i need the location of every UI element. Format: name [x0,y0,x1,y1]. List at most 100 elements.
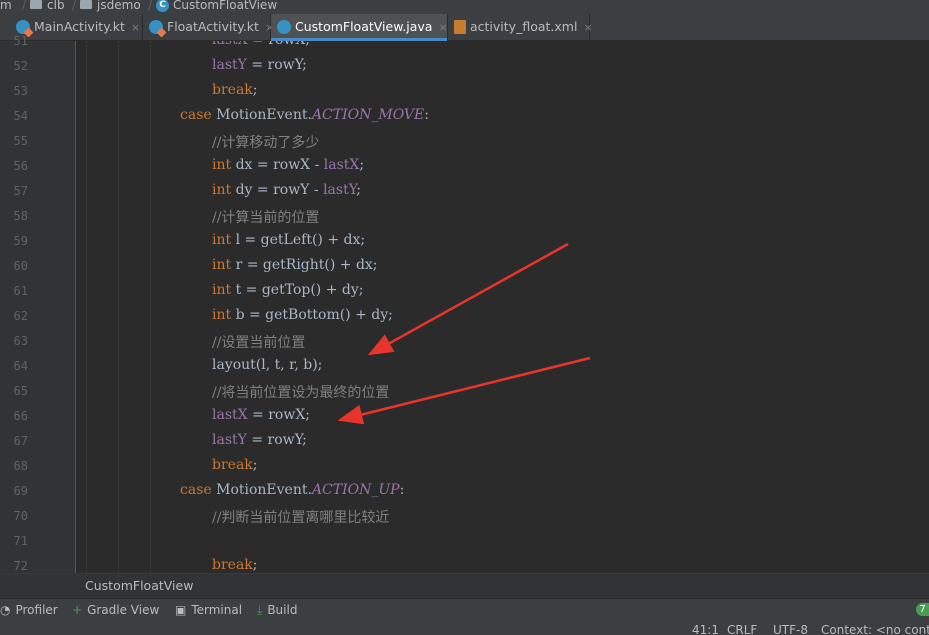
code-token: : [424,107,429,123]
code-line[interactable]: lastY = rowY; [212,57,307,73]
class-icon: C [156,0,170,12]
tab-label: activity_float.xml [470,19,578,34]
breadcrumb-item[interactable]: / C CustomFloatView [148,0,277,14]
code-line[interactable]: layout(l, t, r, b); [212,357,322,373]
tab-mainactivity-kt[interactable]: MainActivity.kt × [10,14,143,40]
tool-window-profiler[interactable]: ◔ Profiler [0,599,58,622]
code-line[interactable]: int l = getLeft() + dx; [212,232,365,248]
code-keyword: int [212,282,236,298]
code-line[interactable]: int t = getTop() + dy; [212,282,364,298]
code-token: ; [252,457,258,473]
code-line[interactable]: break; [212,82,258,98]
tab-floatactivity-kt[interactable]: FloatActivity.kt × [143,14,274,40]
code-line[interactable]: break; [212,457,258,473]
code-keyword: int [212,157,236,173]
caret-position[interactable]: 41:1 [692,623,719,635]
code-token: ; [356,182,361,198]
line-number: 67 [13,434,28,448]
encoding-widget[interactable]: UTF-8 [773,623,808,635]
line-number: 55 [13,134,28,148]
code-editor[interactable]: lastX = rowX;lastY = rowY;break;case Mot… [76,41,929,573]
tool-window-terminal[interactable]: ▣ Terminal [175,599,242,622]
build-icon: ⤓ [257,603,263,617]
tab-activity-float-xml[interactable]: activity_float.xml × [448,14,593,40]
code-keyword: case [180,107,217,123]
code-token: lastY [212,57,247,73]
line-number: 56 [13,159,28,173]
tool-window-label: Terminal [191,603,243,617]
code-keyword: int [212,232,236,248]
tool-window-label: Build [267,603,298,617]
status-bar: 41:1 CRLF UTF-8 Context: <no conte [0,621,929,635]
terminal-icon: ▣ [175,603,187,617]
tab-label: MainActivity.kt [34,19,125,34]
context-widget: Context: <no conte [821,623,929,635]
kotlin-class-icon [149,19,163,34]
code-line[interactable]: lastY = rowY; [212,432,307,448]
code-line[interactable]: //判断当前位置离哪里比较近 [212,507,389,527]
code-keyword: int [212,182,236,198]
event-log-badge[interactable]: 7 [916,603,929,616]
breadcrumb-item[interactable]: m [0,0,12,14]
code-comment: //计算当前的位置 [212,210,320,226]
code-keyword: break [212,82,253,98]
line-number: 52 [13,59,28,73]
breadcrumb-separator: / [148,0,153,12]
line-number: 72 [13,559,28,573]
code-line[interactable]: //计算移动了多少 [212,132,319,152]
code-comment: //将当前位置设为最终的位置 [212,385,390,401]
plus-icon: + [72,603,83,617]
close-icon[interactable]: × [438,21,447,34]
code-line[interactable]: case MotionEvent.ACTION_UP: [180,482,404,498]
editor-breadcrumb-bar: CustomFloatView [0,573,929,599]
line-number: 71 [13,534,28,548]
code-line[interactable]: int dx = rowX - lastX; [212,157,364,173]
tab-customfloatview-java[interactable]: CustomFloatView.java × [271,14,448,41]
code-line[interactable]: lastX = rowX; [212,407,310,423]
close-icon[interactable]: × [583,21,592,34]
code-token: = rowY; [246,57,307,73]
line-number: 66 [13,409,28,423]
kotlin-class-icon [16,19,30,34]
line-number: 62 [13,309,28,323]
code-line[interactable]: lastX = rowX; [212,41,310,48]
code-line[interactable]: break; [212,557,258,573]
line-number: 64 [13,359,28,373]
line-number: 68 [13,459,28,473]
code-token: lastY [323,182,357,198]
code-line[interactable]: //设置当前位置 [212,332,305,352]
breadcrumb-item[interactable]: / clb [22,0,65,14]
tool-window-gradle-view[interactable]: + Gradle View [72,599,159,622]
code-comment: //设置当前位置 [212,335,306,351]
code-line[interactable]: int r = getRight() + dx; [212,257,378,273]
navigation-breadcrumb: m / clb / jsdemo / C CustomFloatView [0,0,929,14]
tool-window-build[interactable]: ⤓ Build [257,599,297,622]
breadcrumb-label: m [0,0,12,12]
code-token: layout(l, t, r, b); [212,357,323,373]
code-keyword: break [212,557,253,573]
indent-guide [150,41,151,573]
code-line[interactable]: //将当前位置设为最终的位置 [212,382,389,402]
breadcrumb-item[interactable]: / jsdemo [72,0,141,14]
code-token: lastY [212,432,247,448]
editor-breadcrumb-class[interactable]: CustomFloatView [85,574,193,598]
code-line[interactable]: int dy = rowY - lastY; [212,182,361,198]
code-keyword: int [212,257,236,273]
code-token: b = getBottom() + dy; [235,307,393,323]
profiler-icon: ◔ [0,603,11,617]
line-separator-widget[interactable]: CRLF [727,623,757,635]
code-token: = rowX; [247,407,311,423]
code-token: dy = rowY - [235,182,324,198]
line-number: 58 [13,209,28,223]
code-line[interactable]: case MotionEvent.ACTION_MOVE: [180,107,429,123]
folder-icon [80,0,93,9]
close-icon[interactable]: × [131,21,140,34]
folder-icon [30,0,43,9]
line-number: 60 [13,259,28,273]
breadcrumb-label: jsdemo [97,0,141,12]
tool-window-bar: 7 ◔ Profiler + Gradle View ▣ Terminal ⤓ Build [0,598,929,622]
code-line[interactable]: int b = getBottom() + dy; [212,307,393,323]
code-line[interactable]: //计算当前的位置 [212,207,319,227]
breadcrumb-separator: / [72,0,77,12]
code-token: lastX [212,41,248,48]
